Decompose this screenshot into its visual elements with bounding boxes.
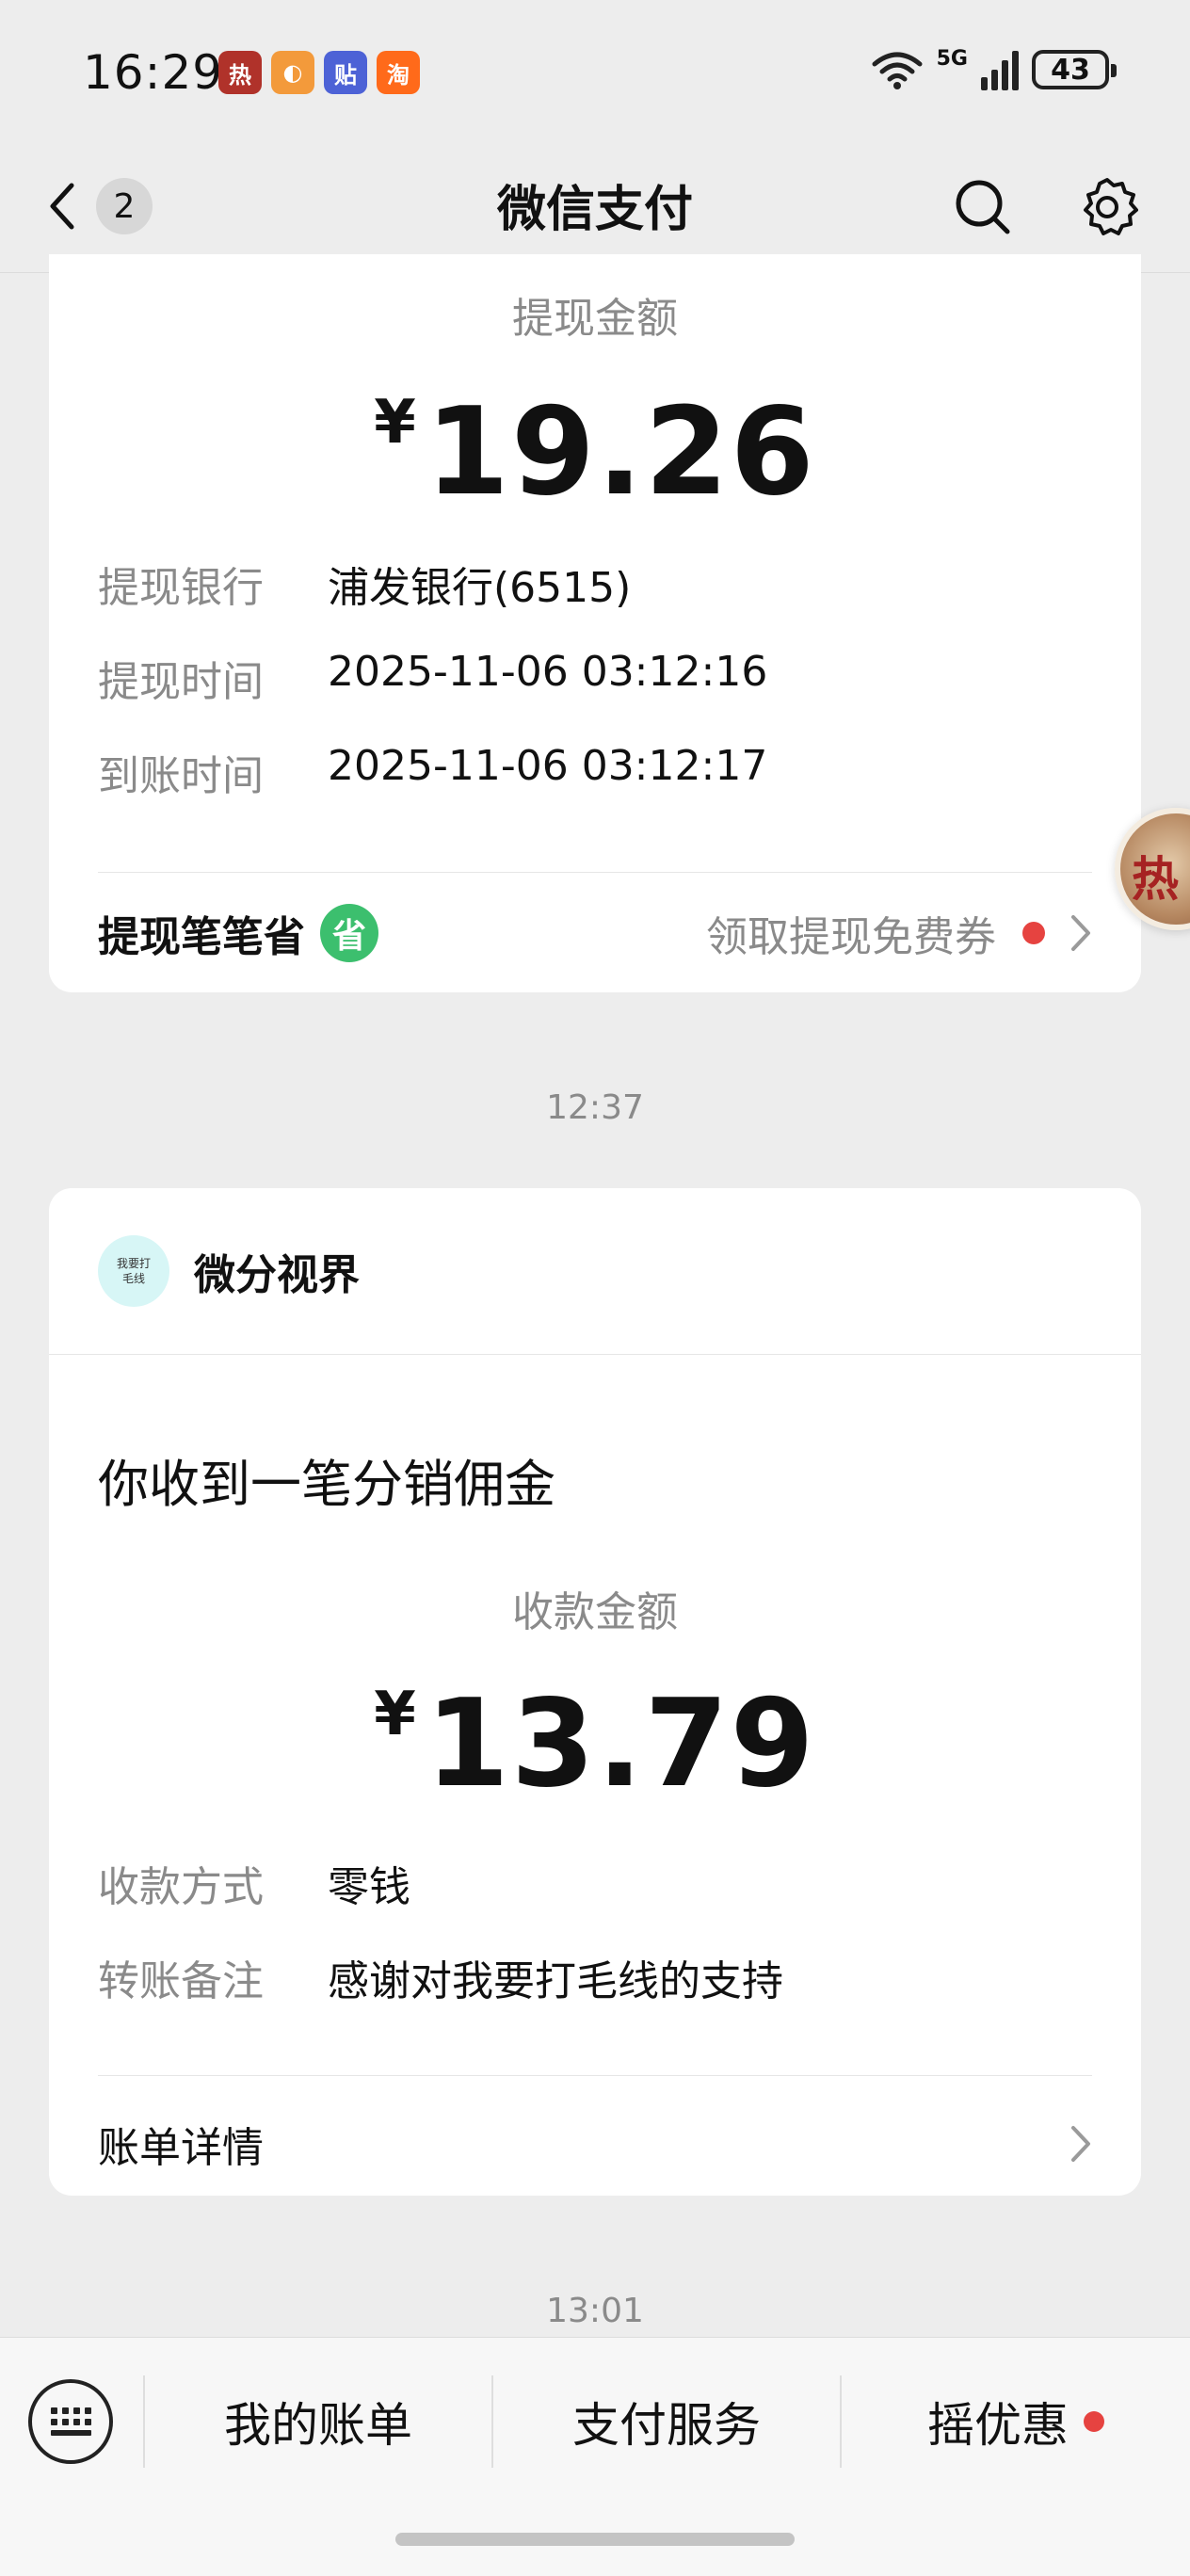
notice-title: 你收到一笔分销佣金 xyxy=(98,1455,555,1514)
receive-amount: ¥13.79 xyxy=(49,1674,1141,1814)
game-app-icon: 热 xyxy=(218,51,262,94)
wechat-pay-screen: 16:29 热 ◐ 贴 淘 5G 43 2 微信支付 提现金额 ¥19.26 提… xyxy=(0,0,1190,2576)
network-type-label: 5G xyxy=(936,46,968,71)
receive-amount-value: 13.79 xyxy=(425,1674,816,1814)
search-button[interactable] xyxy=(945,169,1021,245)
commission-card[interactable]: 我要打 毛线 微分视界 你收到一笔分销佣金 收款金额 ¥13.79 收款方式 零… xyxy=(49,1188,1141,2196)
status-time: 16:29 xyxy=(83,45,224,100)
chevron-right-icon xyxy=(1062,2120,1100,2167)
tab-my-bills[interactable]: 我的账单 xyxy=(145,2375,491,2468)
currency-symbol: ¥ xyxy=(374,388,418,458)
settings-button[interactable] xyxy=(1069,169,1145,245)
payment-method-value: 零钱 xyxy=(328,1863,410,1911)
avatar-text-line1: 我要打 xyxy=(116,1257,151,1270)
promo-link[interactable]: 领取提现免费券 xyxy=(706,903,1100,963)
withdraw-bank-row: 提现银行 浦发银行(6515) xyxy=(98,554,631,614)
divider xyxy=(98,2075,1092,2076)
tieba-app-icon: 贴 xyxy=(324,51,367,94)
arrival-time-row: 到账时间 2025-11-06 03:12:17 xyxy=(98,742,767,802)
withdraw-time-row: 提现时间 2025-11-06 03:12:16 xyxy=(98,648,767,708)
avatar-text-line2: 毛线 xyxy=(121,1272,145,1285)
nav-bar: 2 微信支付 xyxy=(0,141,1190,273)
transfer-note-value: 感谢对我要打毛线的支持 xyxy=(328,1957,783,2005)
tab-shake-deals-label: 摇优惠 xyxy=(927,2398,1069,2453)
bill-details-row[interactable]: 账单详情 xyxy=(98,2101,1100,2186)
status-bar: 16:29 热 ◐ 贴 淘 5G 43 xyxy=(0,0,1190,141)
withdraw-bank-key: 提现银行 xyxy=(98,564,264,612)
search-icon xyxy=(956,180,1010,234)
payment-method-key: 收款方式 xyxy=(98,1863,264,1911)
merchant-avatar: 我要打 毛线 xyxy=(98,1235,169,1307)
gear-icon xyxy=(1084,178,1138,235)
divider xyxy=(98,872,1092,873)
battery-icon: 43 xyxy=(1032,50,1117,89)
transfer-note-row: 转账备注 感谢对我要打毛线的支持 xyxy=(98,1947,783,2007)
arrival-time-value: 2025-11-06 03:12:17 xyxy=(328,742,768,790)
wifi-icon xyxy=(872,52,923,89)
withdraw-promo-row[interactable]: 提现笔笔省 省 领取提现免费券 xyxy=(98,891,1100,975)
promo-title: 提现笔笔省 xyxy=(98,913,305,961)
withdraw-amount-value: 19.26 xyxy=(425,382,816,523)
merchant-name: 微分视界 xyxy=(194,1251,360,1299)
arrival-time-key: 到账时间 xyxy=(98,752,264,800)
withdraw-card: 提现金额 ¥19.26 提现银行 浦发银行(6515) 提现时间 2025-11… xyxy=(49,254,1141,992)
red-dot-badge xyxy=(1022,922,1045,944)
keyboard-toggle-button[interactable] xyxy=(28,2379,113,2464)
payment-method-row: 收款方式 零钱 xyxy=(98,1853,410,1913)
notification-app-icons: 热 ◐ 贴 淘 xyxy=(218,51,420,94)
message-timestamp: 13:01 xyxy=(546,2292,644,2330)
withdraw-bank-value: 浦发银行(6515) xyxy=(328,564,632,612)
status-indicators: 5G 43 xyxy=(871,46,1117,90)
tab-payment-services-label: 支付服务 xyxy=(572,2398,761,2453)
receive-amount-label: 收款金额 xyxy=(512,1588,678,1636)
battery-level: 43 xyxy=(1051,53,1090,87)
wallet-app-icon: ◐ xyxy=(271,51,314,94)
currency-symbol: ¥ xyxy=(374,1680,418,1749)
transfer-note-key: 转账备注 xyxy=(98,1957,264,2005)
save-badge-icon: 省 xyxy=(320,904,378,962)
divider xyxy=(49,1354,1141,1355)
tab-payment-services[interactable]: 支付服务 xyxy=(493,2375,840,2468)
red-dot-badge xyxy=(1084,2411,1104,2432)
tab-my-bills-label: 我的账单 xyxy=(224,2398,412,2453)
promo-link-label: 领取提现免费券 xyxy=(706,913,996,961)
withdraw-amount-label: 提现金额 xyxy=(512,295,678,343)
keyboard-icon xyxy=(50,2407,91,2436)
signal-strength-icon xyxy=(981,49,1019,90)
merchant-header[interactable]: 我要打 毛线 微分视界 xyxy=(98,1235,360,1307)
taobao-app-icon: 淘 xyxy=(377,51,420,94)
withdraw-time-key: 提现时间 xyxy=(98,658,264,706)
message-timestamp: 12:37 xyxy=(546,1088,644,1127)
withdraw-amount: ¥19.26 xyxy=(49,382,1141,523)
bill-details-label: 账单详情 xyxy=(98,2124,264,2172)
home-indicator[interactable] xyxy=(395,2533,795,2546)
tab-shake-deals[interactable]: 摇优惠 xyxy=(842,2375,1190,2468)
chevron-right-icon xyxy=(1062,910,1100,957)
withdraw-time-value: 2025-11-06 03:12:16 xyxy=(328,648,768,696)
floating-game-label: 热 xyxy=(1132,852,1179,907)
